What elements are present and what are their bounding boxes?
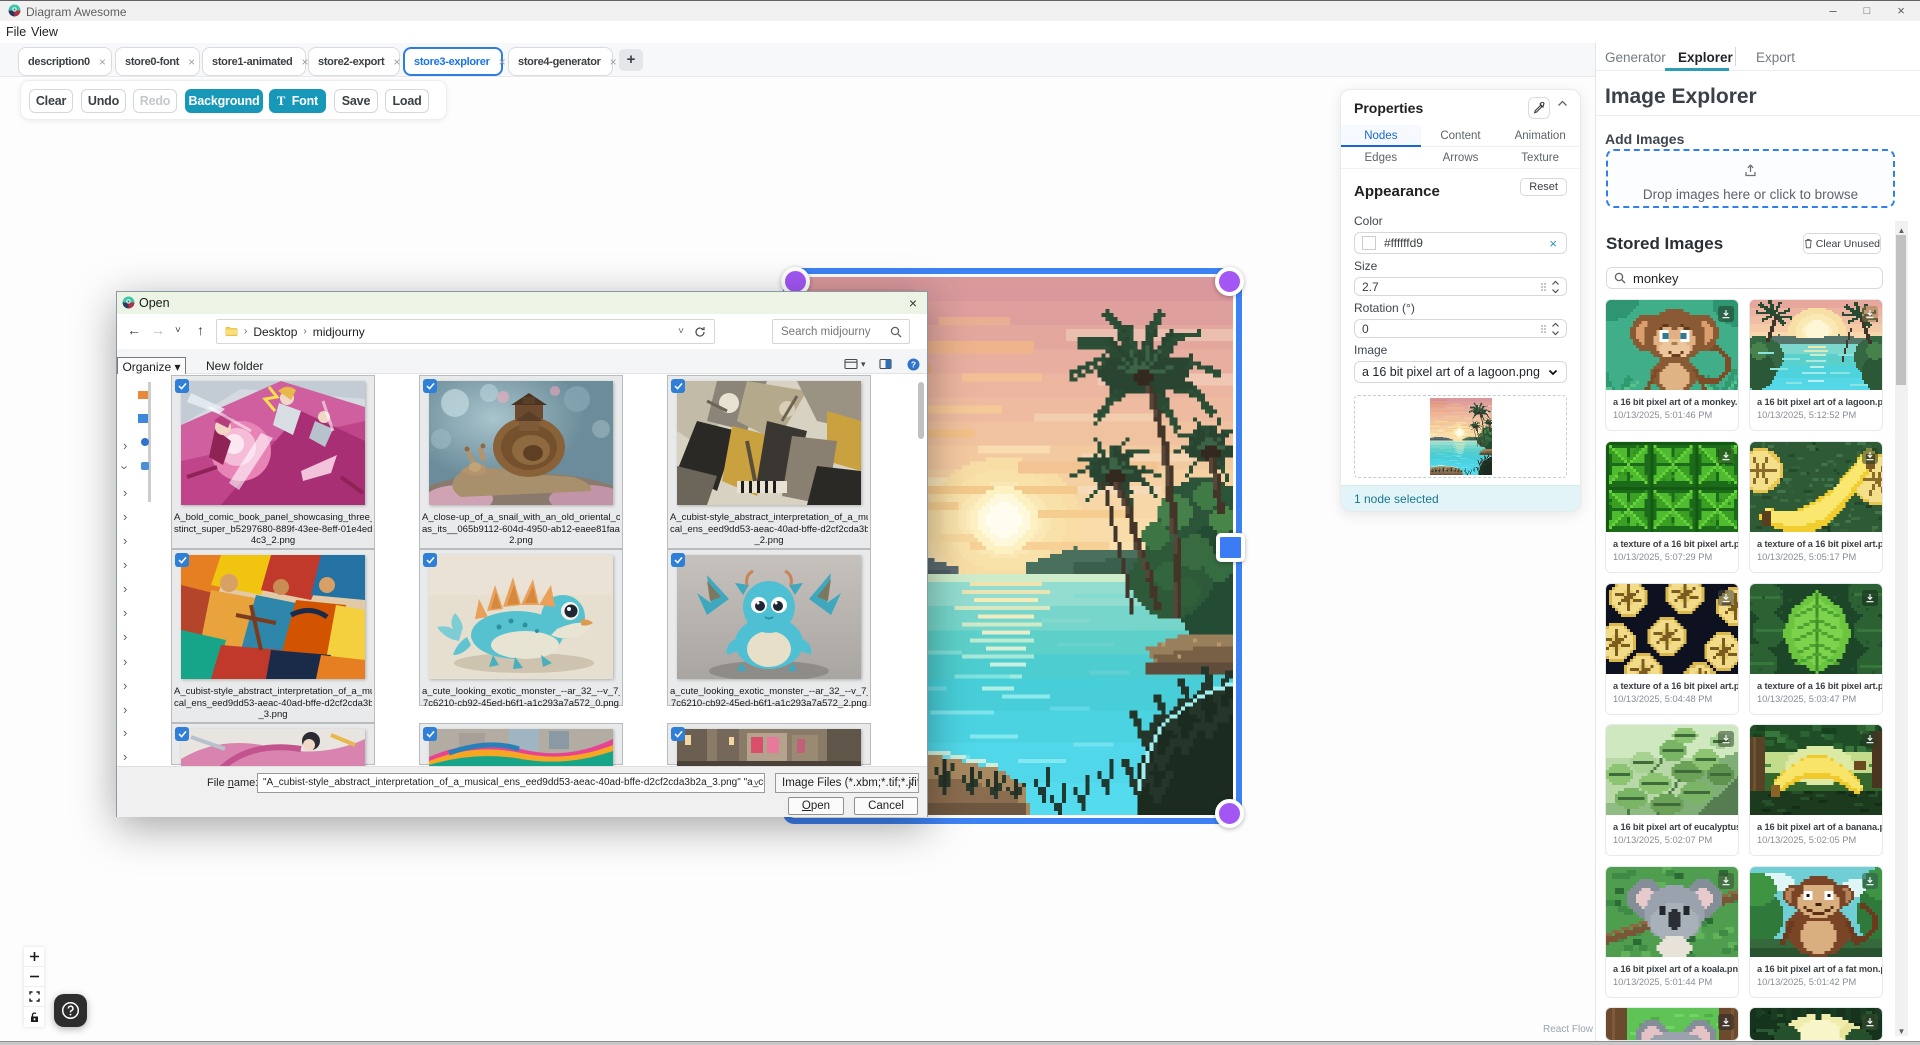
svg-text:?: ? xyxy=(911,359,916,369)
